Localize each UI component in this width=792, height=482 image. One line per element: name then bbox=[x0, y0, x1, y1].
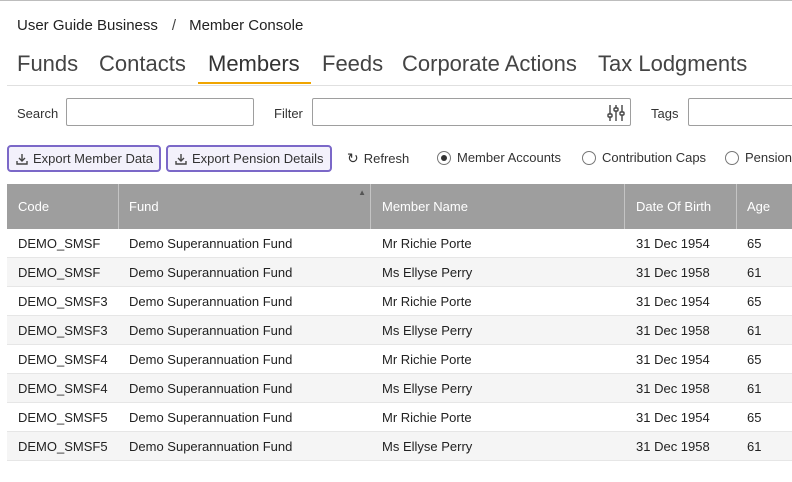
radio-selected-icon bbox=[437, 151, 451, 165]
cell-code: DEMO_SMSF5 bbox=[18, 410, 108, 425]
cell-code: DEMO_SMSF bbox=[18, 236, 101, 251]
cell-age: 61 bbox=[747, 381, 762, 396]
toolbar: Export Member Data Export Pension Detail… bbox=[0, 145, 792, 173]
refresh-icon: ↻ bbox=[347, 150, 359, 166]
cell-fund: Demo Superannuation Fund bbox=[129, 352, 293, 367]
top-border bbox=[0, 0, 792, 1]
column-header-code[interactable]: Code bbox=[7, 184, 119, 229]
tags-input[interactable] bbox=[688, 98, 792, 126]
export-pension-details-label: Export Pension Details bbox=[192, 151, 324, 166]
breadcrumb: User Guide Business / Member Console bbox=[17, 17, 303, 34]
cell-code: DEMO_SMSF bbox=[18, 265, 101, 280]
search-label: Search bbox=[17, 106, 59, 121]
cell-age: 65 bbox=[747, 294, 762, 309]
cell-fund: Demo Superannuation Fund bbox=[129, 323, 293, 338]
cell-code: DEMO_SMSF4 bbox=[18, 352, 108, 367]
cell-date-of-birth: 31 Dec 1958 bbox=[636, 439, 710, 454]
table-row[interactable]: DEMO_SMSF4 Demo Superannuation Fund Ms Ell… bbox=[7, 374, 792, 403]
filter-bar: Search Filter Tags bbox=[0, 98, 792, 128]
export-member-data-label: Export Member Data bbox=[33, 151, 153, 166]
column-header-fund[interactable]: Fund ▲ bbox=[118, 184, 371, 229]
radio-label: Pension bbox=[745, 150, 792, 165]
filter-input[interactable] bbox=[312, 98, 631, 126]
tags-label: Tags bbox=[651, 106, 679, 121]
cell-code: DEMO_SMSF5 bbox=[18, 439, 108, 454]
cell-age: 61 bbox=[747, 439, 762, 454]
tab-funds[interactable]: Funds bbox=[7, 46, 88, 84]
cell-member-name: Ms Ellyse Perry bbox=[382, 323, 473, 338]
cell-date-of-birth: 31 Dec 1954 bbox=[636, 352, 710, 367]
cell-fund: Demo Superannuation Fund bbox=[129, 236, 293, 251]
column-header-date-of-birth[interactable]: Date Of Birth bbox=[625, 184, 737, 229]
cell-member-name: Mr Richie Porte bbox=[382, 410, 472, 425]
grid-body: DEMO_SMSF Demo Superannuation Fund Mr Rich… bbox=[7, 229, 792, 461]
column-header-member-name[interactable]: Member Name bbox=[371, 184, 625, 229]
radio-member-accounts[interactable]: Member Accounts bbox=[437, 150, 561, 165]
cell-fund: Demo Superannuation Fund bbox=[129, 381, 293, 396]
table-row[interactable]: DEMO_SMSF Demo Superannuation Fund Mr Rich… bbox=[7, 229, 792, 258]
cell-age: 65 bbox=[747, 352, 762, 367]
main-tabs: Funds Contacts Members Feeds Corporate A… bbox=[7, 46, 792, 86]
cell-code: DEMO_SMSF3 bbox=[18, 323, 108, 338]
tab-contacts[interactable]: Contacts bbox=[89, 46, 196, 84]
breadcrumb-separator: / bbox=[171, 17, 177, 34]
column-header-label: Fund bbox=[129, 199, 159, 214]
download-icon bbox=[175, 154, 187, 165]
cell-date-of-birth: 31 Dec 1954 bbox=[636, 294, 710, 309]
cell-member-name: Mr Richie Porte bbox=[382, 294, 472, 309]
cell-fund: Demo Superannuation Fund bbox=[129, 294, 293, 309]
cell-date-of-birth: 31 Dec 1958 bbox=[636, 323, 710, 338]
radio-unselected-icon bbox=[582, 151, 596, 165]
radio-contribution-caps[interactable]: Contribution Caps bbox=[582, 150, 706, 165]
breadcrumb-root[interactable]: User Guide Business bbox=[17, 17, 158, 34]
search-input[interactable] bbox=[66, 98, 254, 126]
cell-age: 61 bbox=[747, 323, 762, 338]
sort-ascending-icon: ▲ bbox=[358, 188, 366, 197]
cell-fund: Demo Superannuation Fund bbox=[129, 265, 293, 280]
tab-corporate-actions[interactable]: Corporate Actions bbox=[392, 46, 587, 84]
cell-member-name: Ms Ellyse Perry bbox=[382, 381, 473, 396]
breadcrumb-current: Member Console bbox=[189, 17, 304, 34]
table-row[interactable]: DEMO_SMSF3 Demo Superannuation Fund Ms Ell… bbox=[7, 316, 792, 345]
refresh-label: Refresh bbox=[363, 151, 410, 166]
tab-members[interactable]: Members bbox=[198, 46, 310, 84]
cell-date-of-birth: 31 Dec 1958 bbox=[636, 381, 710, 396]
grid-header: Code Fund ▲ Member Name Date Of Birth Age bbox=[7, 184, 792, 229]
radio-pension[interactable]: Pension bbox=[725, 150, 792, 165]
cell-fund: Demo Superannuation Fund bbox=[129, 439, 293, 454]
cell-date-of-birth: 31 Dec 1954 bbox=[636, 410, 710, 425]
cell-date-of-birth: 31 Dec 1958 bbox=[636, 265, 710, 280]
cell-member-name: Mr Richie Porte bbox=[382, 352, 472, 367]
filter-label: Filter bbox=[274, 106, 303, 121]
active-tab-indicator bbox=[198, 82, 311, 84]
refresh-button[interactable]: ↻ Refresh bbox=[347, 150, 409, 167]
radio-unselected-icon bbox=[725, 151, 739, 165]
table-row[interactable]: DEMO_SMSF3 Demo Superannuation Fund Mr Ric… bbox=[7, 287, 792, 316]
radio-label: Contribution Caps bbox=[602, 150, 707, 165]
cell-age: 65 bbox=[747, 236, 762, 251]
cell-age: 61 bbox=[747, 265, 762, 280]
table-row[interactable]: DEMO_SMSF5 Demo Superannuation Fund Ms Ell… bbox=[7, 432, 792, 461]
table-row[interactable]: DEMO_SMSF5 Demo Superannuation Fund Mr Ric… bbox=[7, 403, 792, 432]
cell-date-of-birth: 31 Dec 1954 bbox=[636, 236, 710, 251]
export-member-data-button[interactable]: Export Member Data bbox=[7, 145, 161, 172]
radio-label: Member Accounts bbox=[457, 150, 562, 165]
cell-age: 65 bbox=[747, 410, 762, 425]
cell-member-name: Ms Ellyse Perry bbox=[382, 265, 473, 280]
members-grid: Code Fund ▲ Member Name Date Of Birth Age… bbox=[7, 184, 792, 461]
tab-feeds[interactable]: Feeds bbox=[312, 46, 393, 84]
download-icon bbox=[16, 154, 28, 165]
cell-member-name: Ms Ellyse Perry bbox=[382, 439, 473, 454]
tabs-divider bbox=[7, 85, 792, 86]
table-row[interactable]: DEMO_SMSF4 Demo Superannuation Fund Mr Ric… bbox=[7, 345, 792, 374]
filter-settings-icon[interactable] bbox=[607, 104, 625, 122]
column-header-age[interactable]: Age bbox=[736, 184, 792, 229]
cell-code: DEMO_SMSF4 bbox=[18, 381, 108, 396]
cell-code: DEMO_SMSF3 bbox=[18, 294, 108, 309]
table-row[interactable]: DEMO_SMSF Demo Superannuation Fund Ms Elly… bbox=[7, 258, 792, 287]
cell-member-name: Mr Richie Porte bbox=[382, 236, 472, 251]
cell-fund: Demo Superannuation Fund bbox=[129, 410, 293, 425]
tab-tax-lodgments[interactable]: Tax Lodgments bbox=[588, 46, 757, 84]
export-pension-details-button[interactable]: Export Pension Details bbox=[166, 145, 332, 172]
